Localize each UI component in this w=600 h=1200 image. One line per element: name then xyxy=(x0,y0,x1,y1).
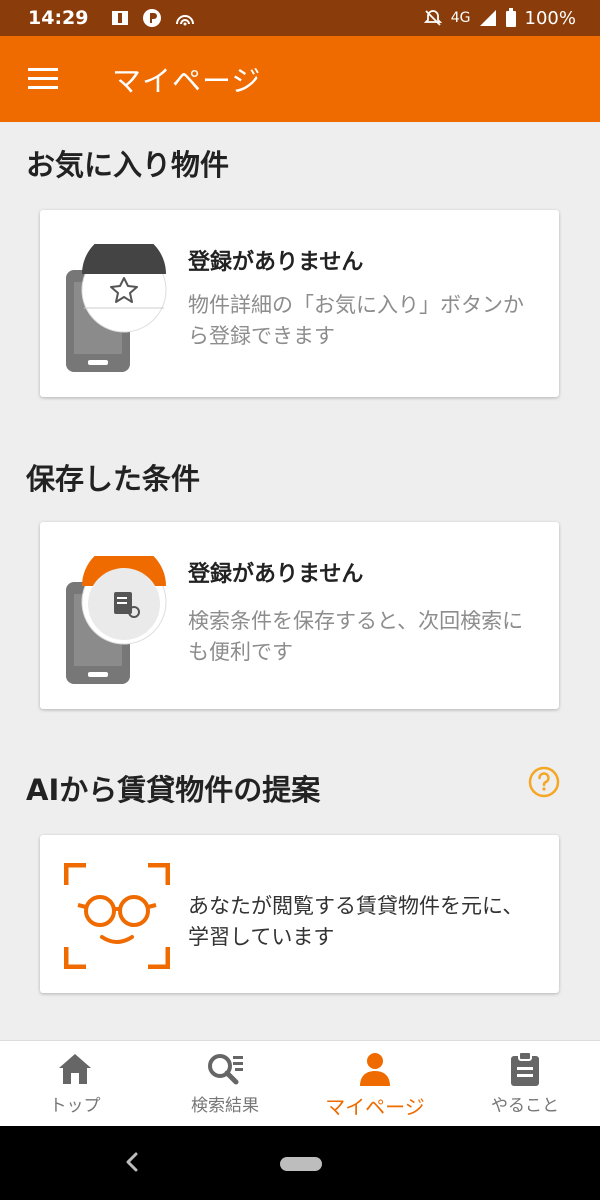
ai-suggestion-text: あなたが閲覧する賃貸物件を元に、学習しています xyxy=(188,894,524,949)
status-time: 14:29 xyxy=(28,7,89,29)
app-bar: マイページ xyxy=(0,36,600,122)
bottom-navigation: トップ 検索結果 マイページ やること xyxy=(0,1040,600,1126)
nav-item-search-results[interactable]: 検索結果 xyxy=(150,1041,300,1126)
saved-conditions-section-title: 保存した条件 xyxy=(26,462,201,496)
battery-icon xyxy=(505,8,516,27)
battery-level: 100% xyxy=(524,7,576,29)
status-bar: 14:29 4G 100% xyxy=(0,0,600,36)
clipboard-icon xyxy=(511,1051,539,1086)
home-pill[interactable] xyxy=(280,1157,322,1171)
notification-book-icon xyxy=(112,11,129,25)
favorites-empty-heading: 登録がありません xyxy=(188,250,364,275)
page-title: マイページ xyxy=(112,64,262,98)
ai-suggestion-card: あなたが閲覧する賃貸物件を元に、学習しています xyxy=(40,835,559,993)
nav-label-top: トップ xyxy=(49,1096,101,1116)
favorites-empty-card: 登録がありません 物件詳細の「お気に入り」ボタンから登録できます xyxy=(40,210,559,397)
notification-app-icon xyxy=(143,9,162,27)
home-icon xyxy=(59,1054,91,1084)
back-icon[interactable] xyxy=(124,1150,140,1174)
ai-section-title: AIから賃貸物件の提案 xyxy=(26,773,321,807)
nav-label-search-results: 検索結果 xyxy=(191,1096,259,1116)
search-results-icon xyxy=(208,1054,243,1085)
phone-saved-search-illustration xyxy=(66,556,167,684)
signal-icon xyxy=(479,10,496,26)
hamburger-menu-icon xyxy=(28,68,58,89)
ai-face-icon xyxy=(64,863,170,969)
system-navigation-bar xyxy=(0,1126,600,1200)
notification-cast-icon xyxy=(176,15,195,26)
saved-conditions-empty-text: 検索条件を保存すると、次回検索にも便利です xyxy=(188,609,524,664)
network-type: 4G xyxy=(450,10,471,26)
saved-conditions-empty-card: 登録がありません 検索条件を保存すると、次回検索にも便利です xyxy=(40,522,559,709)
menu-button[interactable] xyxy=(0,36,86,122)
person-icon xyxy=(360,1053,390,1086)
help-icon[interactable] xyxy=(528,766,560,798)
phone-favorite-illustration xyxy=(66,244,167,372)
nav-item-mypage[interactable]: マイページ xyxy=(300,1041,450,1126)
favorites-section-title: お気に入り物件 xyxy=(26,148,230,182)
nav-label-mypage: マイページ xyxy=(325,1095,425,1119)
saved-conditions-empty-heading: 登録がありません xyxy=(188,562,364,587)
nav-label-todo: やること xyxy=(491,1096,559,1116)
mute-icon xyxy=(423,10,442,26)
nav-item-todo[interactable]: やること xyxy=(450,1041,600,1126)
favorites-empty-text: 物件詳細の「お気に入り」ボタンから登録できます xyxy=(188,293,524,348)
nav-item-top[interactable]: トップ xyxy=(0,1041,150,1126)
